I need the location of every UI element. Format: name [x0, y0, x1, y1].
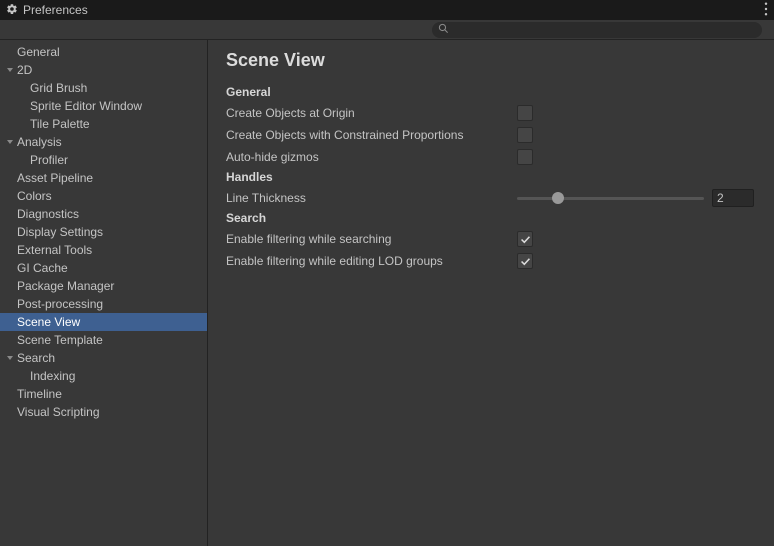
page-title: Scene View	[226, 50, 754, 71]
sidebar-item-asset-pipeline[interactable]: Asset Pipeline	[0, 169, 207, 187]
sidebar-item-package-manager[interactable]: Package Manager	[0, 277, 207, 295]
row-auto-hide-gizmos: Auto-hide gizmos	[226, 146, 754, 168]
sidebar-item-analysis[interactable]: Analysis	[0, 133, 207, 151]
sidebar-item-gi-cache[interactable]: GI Cache	[0, 259, 207, 277]
sidebar-item-tile-palette[interactable]: Tile Palette	[0, 115, 207, 133]
sidebar-item-indexing[interactable]: Indexing	[0, 367, 207, 385]
foldout-icon[interactable]	[4, 354, 16, 362]
search-field[interactable]	[432, 22, 762, 38]
section-header-search: Search	[226, 211, 754, 225]
row-filter-lod: Enable filtering while editing LOD group…	[226, 250, 754, 272]
sidebar-item-scene-view[interactable]: Scene View	[0, 313, 207, 331]
sidebar-item-external-tools[interactable]: External Tools	[0, 241, 207, 259]
sidebar-item-2d[interactable]: 2D	[0, 61, 207, 79]
label-filter-searching: Enable filtering while searching	[226, 232, 511, 246]
sidebar-item-general[interactable]: General	[0, 43, 207, 61]
main: General 2D Grid Brush Sprite Editor Window T…	[0, 40, 774, 546]
sidebar-item-label: Indexing	[30, 369, 75, 383]
sidebar-item-label: Asset Pipeline	[17, 171, 93, 185]
section-header-handles: Handles	[226, 170, 754, 184]
sidebar-item-label: Display Settings	[17, 225, 103, 239]
sidebar-item-label: GI Cache	[17, 261, 68, 275]
sidebar-item-label: Colors	[17, 189, 52, 203]
row-create-at-origin: Create Objects at Origin	[226, 102, 754, 124]
slider-line-thickness[interactable]	[517, 191, 704, 205]
sidebar-item-scene-template[interactable]: Scene Template	[0, 331, 207, 349]
label-line-thickness: Line Thickness	[226, 191, 511, 205]
sidebar-item-label: External Tools	[17, 243, 92, 257]
slider-line-thickness-wrap	[517, 189, 754, 207]
checkbox-create-at-origin[interactable]	[517, 105, 533, 121]
sidebar-item-label: Post-processing	[17, 297, 103, 311]
sidebar-item-display-settings[interactable]: Display Settings	[0, 223, 207, 241]
content-pane: Scene View General Create Objects at Ori…	[208, 40, 774, 546]
sidebar-item-label: Search	[17, 351, 55, 365]
sidebar-item-sprite-editor-window[interactable]: Sprite Editor Window	[0, 97, 207, 115]
sidebar: General 2D Grid Brush Sprite Editor Window T…	[0, 40, 208, 546]
sidebar-item-grid-brush[interactable]: Grid Brush	[0, 79, 207, 97]
sidebar-item-diagnostics[interactable]: Diagnostics	[0, 205, 207, 223]
checkbox-auto-hide-gizmos[interactable]	[517, 149, 533, 165]
slider-thumb[interactable]	[552, 192, 564, 204]
label-create-at-origin: Create Objects at Origin	[226, 106, 511, 120]
toolbar	[0, 20, 774, 40]
checkbox-filter-searching[interactable]	[517, 231, 533, 247]
label-auto-hide-gizmos: Auto-hide gizmos	[226, 150, 511, 164]
sidebar-item-label: Analysis	[17, 135, 62, 149]
sidebar-item-search[interactable]: Search	[0, 349, 207, 367]
sidebar-item-label: Profiler	[30, 153, 68, 167]
sidebar-item-label: Timeline	[17, 387, 62, 401]
sidebar-item-label: Diagnostics	[17, 207, 79, 221]
row-line-thickness: Line Thickness	[226, 187, 754, 209]
sidebar-item-label: 2D	[17, 63, 32, 77]
sidebar-item-label: Sprite Editor Window	[30, 99, 142, 113]
label-constrained-proportions: Create Objects with Constrained Proporti…	[226, 128, 511, 142]
section-header-general: General	[226, 85, 754, 99]
titlebar-left: Preferences	[6, 3, 88, 18]
label-filter-lod: Enable filtering while editing LOD group…	[226, 254, 511, 268]
sidebar-item-label: Visual Scripting	[17, 405, 100, 419]
sidebar-item-label: Grid Brush	[30, 81, 87, 95]
input-line-thickness[interactable]	[712, 189, 754, 207]
search-icon	[438, 23, 449, 37]
sidebar-item-profiler[interactable]: Profiler	[0, 151, 207, 169]
more-icon[interactable]	[764, 2, 768, 19]
checkbox-constrained-proportions[interactable]	[517, 127, 533, 143]
sidebar-item-timeline[interactable]: Timeline	[0, 385, 207, 403]
sidebar-item-label: General	[17, 45, 60, 59]
foldout-icon[interactable]	[4, 66, 16, 74]
row-constrained-proportions: Create Objects with Constrained Proporti…	[226, 124, 754, 146]
sidebar-item-label: Package Manager	[17, 279, 114, 293]
sidebar-item-post-processing[interactable]: Post-processing	[0, 295, 207, 313]
foldout-icon[interactable]	[4, 138, 16, 146]
sidebar-item-visual-scripting[interactable]: Visual Scripting	[0, 403, 207, 421]
titlebar: Preferences	[0, 0, 774, 20]
row-filter-searching: Enable filtering while searching	[226, 228, 754, 250]
sidebar-item-label: Scene Template	[17, 333, 103, 347]
gear-icon	[6, 3, 18, 18]
sidebar-item-colors[interactable]: Colors	[0, 187, 207, 205]
search-input[interactable]	[453, 24, 756, 36]
sidebar-item-label: Tile Palette	[30, 117, 90, 131]
checkbox-filter-lod[interactable]	[517, 253, 533, 269]
sidebar-item-label: Scene View	[17, 315, 80, 329]
slider-track	[517, 197, 704, 200]
window-title: Preferences	[23, 3, 88, 17]
